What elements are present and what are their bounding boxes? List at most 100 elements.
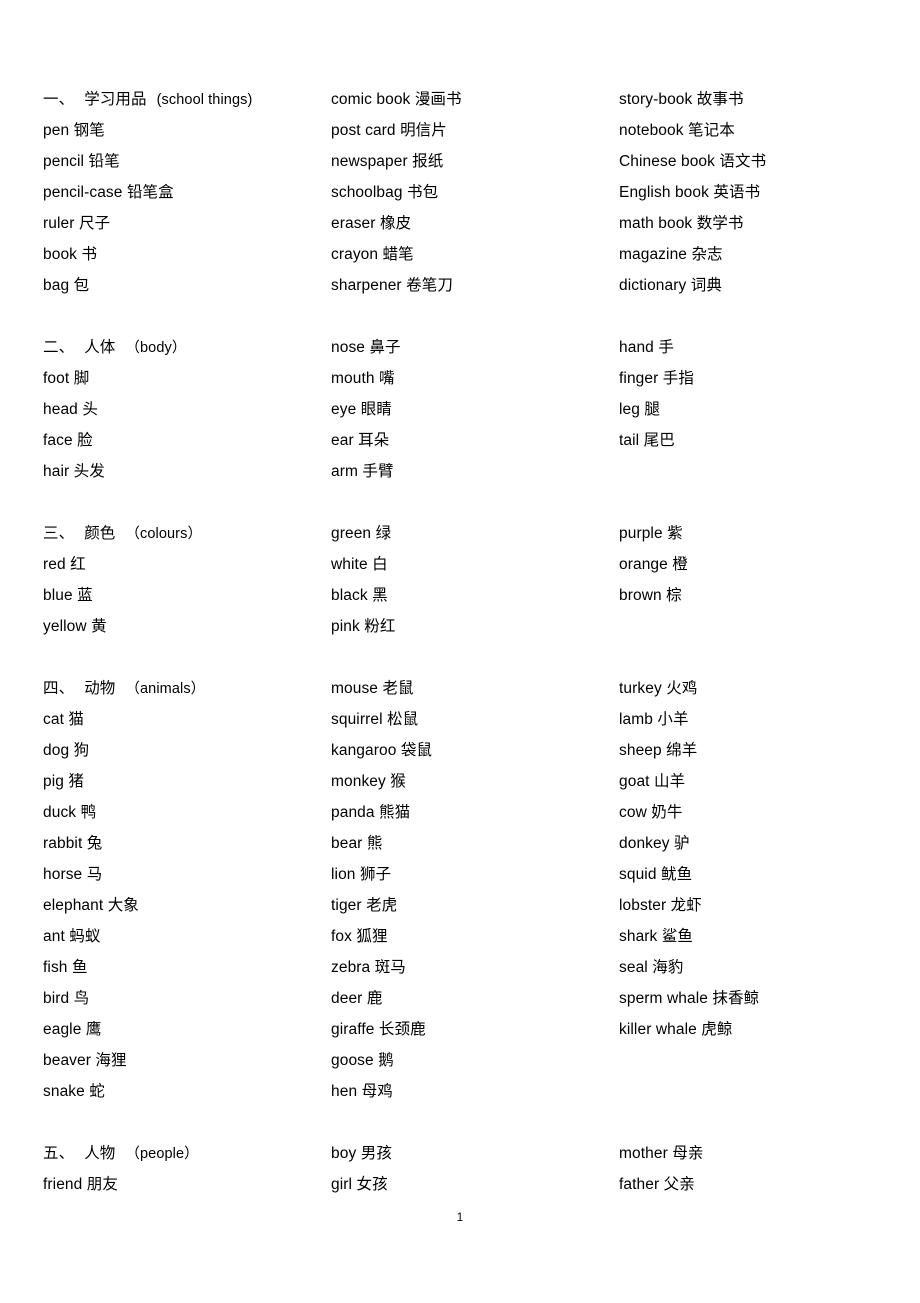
vocab-entry: tiger 老虎 xyxy=(331,890,619,921)
vocab-english: brown xyxy=(619,587,662,604)
section-index: 五、 xyxy=(43,1144,75,1162)
vocab-english: face xyxy=(43,432,73,449)
vocab-chinese: 笔记本 xyxy=(688,121,735,139)
vocab-chinese: 黑 xyxy=(372,586,388,604)
vocab-chinese: 绵羊 xyxy=(666,741,698,759)
vocab-chinese: 狗 xyxy=(73,741,90,759)
vocab-english: goat xyxy=(619,773,650,790)
vocab-chinese: 书 xyxy=(81,245,98,263)
vocab-chinese: 红 xyxy=(70,555,86,573)
vocab-entry: fish 鱼 xyxy=(43,952,331,983)
vocab-chinese: 尺子 xyxy=(78,214,111,232)
vocab-entry: squirrel 松鼠 xyxy=(331,704,619,735)
vocab-chinese: 黄 xyxy=(91,617,107,635)
section-title-english: （people） xyxy=(125,1146,199,1162)
vocab-english: orange xyxy=(619,556,668,573)
vocab-entry: post card 明信片 xyxy=(331,115,619,146)
section-people-column-2: boy 男孩 girl 女孩 xyxy=(331,1138,619,1200)
vocab-chinese: 抹香鲸 xyxy=(712,989,760,1007)
vocab-entry: dog 狗 xyxy=(43,735,331,766)
vocab-entry: hen 母鸡 xyxy=(331,1076,619,1107)
vocab-entry: story-book 故事书 xyxy=(619,84,883,115)
vocab-english: head xyxy=(43,401,78,418)
vocab-chinese: 大象 xyxy=(107,896,139,914)
section-colours-column-3: purple 紫 orange 橙 brown 棕 xyxy=(619,518,883,611)
vocab-english: ruler xyxy=(43,215,75,232)
section-school-things-column-1: 一、 学习用品 (school things) pen 钢笔 pencil 铅笔 penc… xyxy=(43,84,331,301)
vocab-chinese: 鲨鱼 xyxy=(661,927,694,945)
vocab-entry: sharpener 卷笔刀 xyxy=(331,270,619,301)
vocab-entry: shark 鲨鱼 xyxy=(619,921,883,952)
vocab-entry: deer 鹿 xyxy=(331,983,619,1014)
vocab-english: monkey xyxy=(331,773,386,790)
vocab-chinese: 包 xyxy=(73,276,90,294)
section-index: 二、 xyxy=(43,338,75,356)
vocab-english: zebra xyxy=(331,959,371,976)
vocab-entry: monkey 猴 xyxy=(331,766,619,797)
section-animals-column-2: mouse 老鼠 squirrel 松鼠 kangaroo 袋鼠 monkey 猴 pa… xyxy=(331,673,619,1107)
vocab-entry: hand 手 xyxy=(619,332,883,363)
vocab-entry: goose 鹅 xyxy=(331,1045,619,1076)
vocab-entry: book 书 xyxy=(43,239,331,270)
vocab-english: white xyxy=(331,556,368,573)
section-index: 三、 xyxy=(43,524,75,542)
vocab-english: cow xyxy=(619,804,647,821)
vocab-english: boy xyxy=(331,1145,357,1162)
vocab-chinese: 腿 xyxy=(644,400,661,418)
vocab-english: goose xyxy=(331,1052,374,1069)
section-title-chinese: 动物 xyxy=(84,679,116,697)
vocab-entry: eraser 橡皮 xyxy=(331,208,619,239)
vocab-english: bear xyxy=(331,835,363,852)
vocab-english: finger xyxy=(619,370,659,387)
vocab-english: hair xyxy=(43,463,70,480)
vocab-english: arm xyxy=(331,463,358,480)
vocab-english: eagle xyxy=(43,1021,82,1038)
section-school-things-column-2: comic book 漫画书 post card 明信片 newspaper 报纸 s… xyxy=(331,84,619,301)
vocab-entry: sheep 绵羊 xyxy=(619,735,883,766)
vocab-chinese: 母鸡 xyxy=(361,1082,393,1100)
vocab-entry: eye 眼睛 xyxy=(331,394,619,425)
section-school-things-column-3: story-book 故事书 notebook 笔记本 Chinese book 语… xyxy=(619,84,883,301)
vocab-chinese: 狮子 xyxy=(359,865,392,883)
vocab-chinese: 海狸 xyxy=(95,1051,127,1069)
vocab-entry: friend 朋友 xyxy=(43,1169,331,1200)
vocab-entry: comic book 漫画书 xyxy=(331,84,619,115)
section-title-english: （colours） xyxy=(125,526,203,542)
vocab-chinese: 兔 xyxy=(86,834,103,852)
vocab-english: friend xyxy=(43,1176,83,1193)
vocab-entry: kangaroo 袋鼠 xyxy=(331,735,619,766)
section-index: 四、 xyxy=(43,679,75,697)
section-animals-column-1: 四、 动物 （animals） cat 猫 dog 狗 pig 猪 duck 鸭 rabbit… xyxy=(43,673,331,1107)
section-people-column-1: 五、 人物 （people） friend 朋友 xyxy=(43,1138,331,1200)
vocab-chinese: 松鼠 xyxy=(387,710,419,728)
vocab-entry: squid 鱿鱼 xyxy=(619,859,883,890)
vocab-english: lamb xyxy=(619,711,653,728)
vocab-chinese: 手指 xyxy=(662,369,694,387)
vocab-chinese: 奶牛 xyxy=(651,803,683,821)
vocab-english: snake xyxy=(43,1083,85,1100)
vocab-chinese: 蚂蚁 xyxy=(69,927,101,945)
vocab-english: eye xyxy=(331,401,357,418)
section-animals-column-3: turkey 火鸡 lamb 小羊 sheep 绵羊 goat 山羊 cow 奶牛 don… xyxy=(619,673,883,1045)
vocab-entry: cat 猫 xyxy=(43,704,331,735)
vocab-english: pink xyxy=(331,618,360,635)
page-number: 1 xyxy=(456,1212,464,1224)
vocab-chinese: 猫 xyxy=(68,710,85,728)
section-title-chinese: 学习用品 xyxy=(84,90,147,108)
vocab-english: crayon xyxy=(331,246,379,263)
vocab-english: English book xyxy=(619,184,709,201)
vocab-english: squirrel xyxy=(331,711,383,728)
vocab-english: lion xyxy=(331,866,356,883)
vocab-chinese: 鸟 xyxy=(73,989,90,1007)
vocab-english: book xyxy=(43,246,78,263)
vocab-entry: ear 耳朵 xyxy=(331,425,619,456)
vocab-entry: snake 蛇 xyxy=(43,1076,331,1107)
vocab-chinese: 熊 xyxy=(366,834,383,852)
vocab-entry: father 父亲 xyxy=(619,1169,883,1200)
vocab-entry: giraffe 长颈鹿 xyxy=(331,1014,619,1045)
vocab-entry: yellow 黄 xyxy=(43,611,331,642)
section-school-things: 一、 学习用品 (school things) pen 钢笔 pencil 铅笔 penc… xyxy=(43,84,883,301)
vocab-entry: pen 钢笔 xyxy=(43,115,331,146)
vocab-chinese: 书包 xyxy=(407,183,439,201)
vocab-english: panda xyxy=(331,804,375,821)
